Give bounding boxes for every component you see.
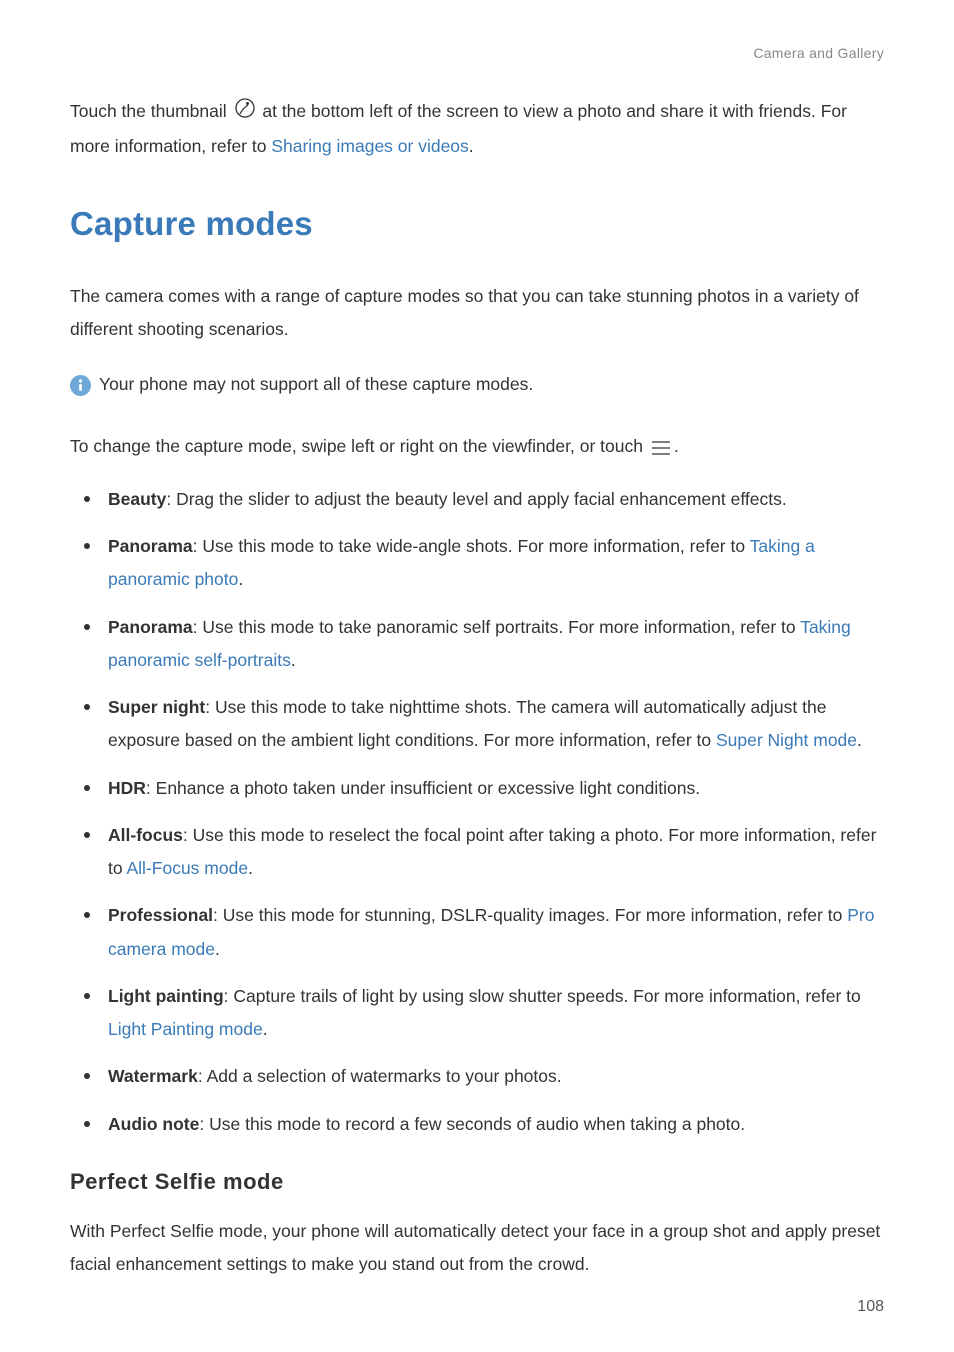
mode-label: Light painting bbox=[108, 986, 224, 1006]
sharing-link[interactable]: Sharing images or videos bbox=[271, 136, 468, 156]
info-icon bbox=[70, 374, 91, 407]
mode-desc: : Use this mode for stunning, DSLR-quali… bbox=[213, 905, 847, 925]
intro-paragraph: Touch the thumbnail at the bottom left o… bbox=[70, 95, 884, 164]
info-note-row: Your phone may not support all of these … bbox=[70, 368, 884, 407]
mode-desc: : Capture trails of light by using slow … bbox=[224, 986, 861, 1006]
change-before: To change the capture mode, swipe left o… bbox=[70, 436, 648, 456]
intro-period: . bbox=[469, 136, 474, 156]
list-item: Super night: Use this mode to take night… bbox=[70, 691, 884, 758]
section-title: Capture modes bbox=[70, 193, 884, 256]
selfie-paragraph: With Perfect Selfie mode, your phone wil… bbox=[70, 1215, 884, 1282]
mode-desc: : Add a selection of watermarks to your … bbox=[198, 1066, 562, 1086]
mode-label: Super night bbox=[108, 697, 205, 717]
bullet-icon bbox=[84, 1121, 90, 1127]
list-item: HDR: Enhance a photo taken under insuffi… bbox=[70, 772, 884, 805]
lead-paragraph: The camera comes with a range of capture… bbox=[70, 280, 884, 347]
info-note-text: Your phone may not support all of these … bbox=[99, 368, 533, 401]
bullet-icon bbox=[84, 704, 90, 710]
change-after: . bbox=[674, 436, 679, 456]
bullet-icon bbox=[84, 496, 90, 502]
change-mode-paragraph: To change the capture mode, swipe left o… bbox=[70, 430, 884, 467]
bullet-icon bbox=[84, 543, 90, 549]
thumbnail-share-icon bbox=[234, 97, 256, 130]
bullet-icon bbox=[84, 993, 90, 999]
list-item: Panorama: Use this mode to take wide-ang… bbox=[70, 530, 884, 597]
mode-label: HDR bbox=[108, 778, 146, 798]
mode-label: Watermark bbox=[108, 1066, 198, 1086]
mode-label: All-focus bbox=[108, 825, 183, 845]
mode-desc: : Drag the slider to adjust the beauty l… bbox=[166, 489, 786, 509]
mode-label: Beauty bbox=[108, 489, 166, 509]
page-number: 108 bbox=[857, 1292, 884, 1322]
bullet-icon bbox=[84, 1073, 90, 1079]
list-item: All-focus: Use this mode to reselect the… bbox=[70, 819, 884, 886]
list-item: Professional: Use this mode for stunning… bbox=[70, 899, 884, 966]
mode-link[interactable]: All-Focus mode bbox=[127, 858, 249, 878]
mode-desc: : Use this mode to record a few seconds … bbox=[199, 1114, 745, 1134]
mode-desc: : Use this mode to take panoramic self p… bbox=[193, 617, 801, 637]
list-item: Beauty: Drag the slider to adjust the be… bbox=[70, 483, 884, 516]
menu-icon bbox=[650, 434, 672, 467]
mode-link[interactable]: Super Night mode bbox=[716, 730, 857, 750]
mode-label: Professional bbox=[108, 905, 213, 925]
mode-tail: . bbox=[291, 650, 296, 670]
mode-desc: : Use this mode to take wide-angle shots… bbox=[193, 536, 750, 556]
list-item: Watermark: Add a selection of watermarks… bbox=[70, 1060, 884, 1093]
bullet-icon bbox=[84, 912, 90, 918]
list-item: Audio note: Use this mode to record a fe… bbox=[70, 1108, 884, 1141]
mode-label: Audio note bbox=[108, 1114, 199, 1134]
subsection-title: Perfect Selfie mode bbox=[70, 1161, 884, 1203]
mode-tail: . bbox=[248, 858, 253, 878]
mode-link[interactable]: Light Painting mode bbox=[108, 1019, 263, 1039]
list-item: Light painting: Capture trails of light … bbox=[70, 980, 884, 1047]
mode-tail: . bbox=[238, 569, 243, 589]
mode-desc: : Enhance a photo taken under insufficie… bbox=[146, 778, 700, 798]
list-item: Panorama: Use this mode to take panorami… bbox=[70, 611, 884, 678]
breadcrumb: Camera and Gallery bbox=[753, 45, 884, 61]
mode-label: Panorama bbox=[108, 536, 193, 556]
bullet-icon bbox=[84, 785, 90, 791]
bullet-icon bbox=[84, 832, 90, 838]
mode-tail: . bbox=[263, 1019, 268, 1039]
intro-before: Touch the thumbnail bbox=[70, 101, 232, 121]
mode-tail: . bbox=[215, 939, 220, 959]
mode-tail: . bbox=[857, 730, 862, 750]
page-header: Camera and Gallery bbox=[70, 40, 884, 67]
capture-modes-list: Beauty: Drag the slider to adjust the be… bbox=[70, 483, 884, 1141]
bullet-icon bbox=[84, 624, 90, 630]
mode-label: Panorama bbox=[108, 617, 193, 637]
